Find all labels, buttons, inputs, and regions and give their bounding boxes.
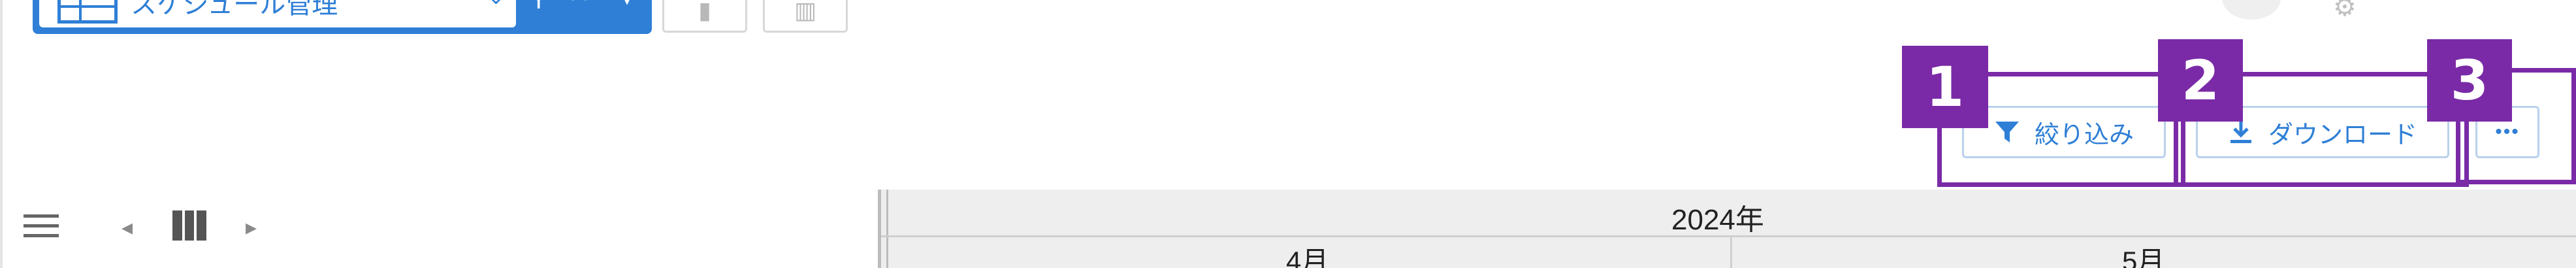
left-border — [0, 0, 3, 268]
table-view-icon — [57, 0, 118, 24]
next-arrow-icon[interactable]: ▸ — [246, 214, 257, 241]
dropdown-action-icon[interactable]: ▾ — [620, 0, 634, 12]
columns-icon: ▥ — [794, 0, 817, 24]
gantt-timeline-header: 2024年 4月 5月 — [878, 190, 2576, 268]
toolbar-button-1-icon: ▮ — [698, 0, 711, 24]
year-label: 2024年 — [1671, 204, 1764, 236]
annotation-badge-1: 1 — [1902, 46, 1988, 128]
chevron-down-icon: ⌄ — [487, 0, 505, 9]
prev-arrow-icon[interactable]: ◂ — [121, 214, 133, 241]
month-label-april: 4月 — [1286, 246, 1329, 268]
view-select-field[interactable]: スケジュール管理 ⌄ — [39, 0, 516, 27]
column-view-icon[interactable] — [172, 210, 207, 241]
search-action-icon[interactable]: ⚲ — [529, 0, 548, 12]
toolbar-button-2[interactable]: ▥ — [763, 0, 848, 33]
annotation-badge-3: 3 — [2427, 39, 2512, 122]
menu-icon[interactable] — [24, 214, 59, 244]
toolbar-button-1[interactable]: ▮ — [662, 0, 747, 33]
month-label-may: 5月 — [2122, 246, 2165, 268]
annotation-badge-2: 2 — [2158, 39, 2243, 122]
add-circle-icon[interactable] — [2222, 0, 2281, 20]
view-select-label: スケジュール管理 — [131, 0, 338, 19]
link-action-icon[interactable]: ⚯ — [568, 0, 590, 12]
view-selector[interactable]: スケジュール管理 ⌄ ⚲ ⚯ ▾ — [33, 0, 652, 34]
gear-icon[interactable]: ⚙ — [2333, 0, 2357, 22]
